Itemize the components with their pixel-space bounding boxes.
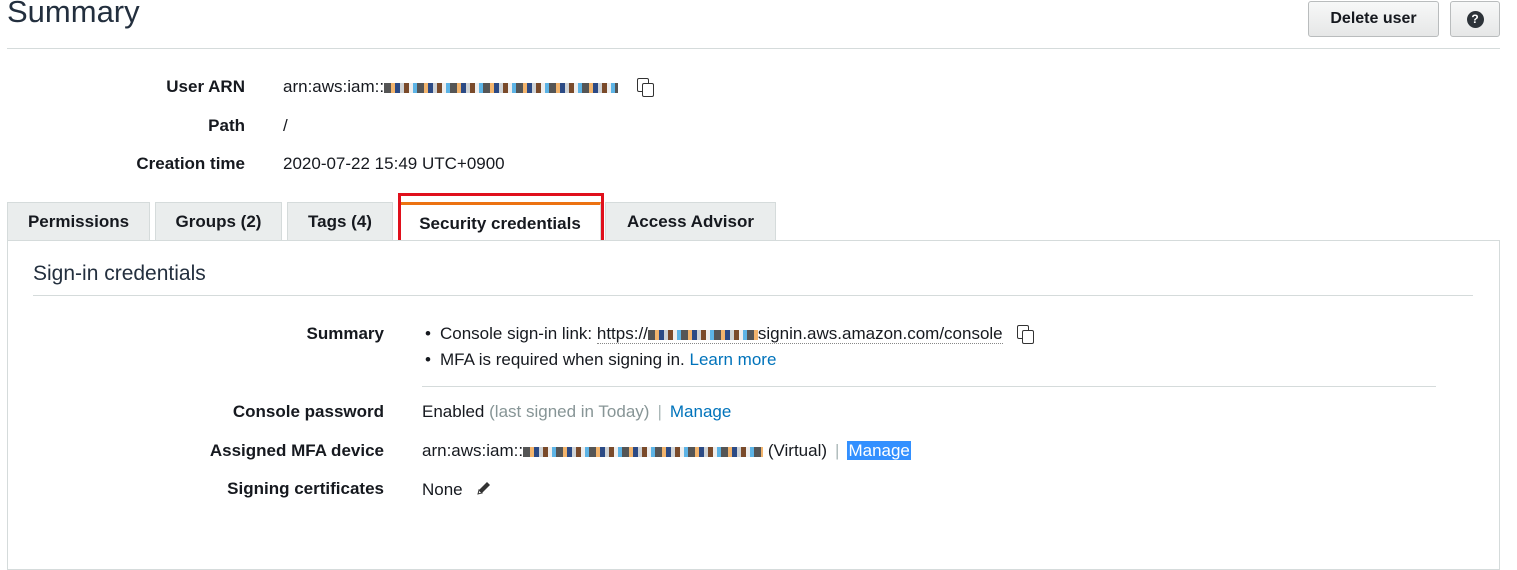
password-last-signed: (last signed in Today) [489,402,650,421]
user-arn-row: User ARN arn:aws:iam:: [0,77,1517,99]
signing-certificates-value: None [422,479,493,502]
copy-icon[interactable] [1017,325,1035,345]
path-row: Path / [0,116,1517,138]
summary-divider [422,386,1436,387]
tab-access-advisor[interactable]: Access Advisor [605,202,776,241]
user-arn-value: arn:aws:iam:: [283,77,654,98]
page-title: Summary [7,0,140,29]
console-link-end: signin.aws.amazon.com/console [757,324,1003,343]
console-password-label: Console password [232,402,384,421]
path-value: / [283,116,288,135]
password-manage-link[interactable]: Manage [670,402,731,421]
console-link-start: https:// [596,324,648,343]
creation-time-row: Creation time 2020-07-22 15:49 UTC+0900 [0,154,1517,176]
tab-security-credentials[interactable]: Security credentials [399,202,601,242]
tab-groups[interactable]: Groups (2) [155,202,282,241]
mfa-required-text: MFA is required when signing in. [440,350,685,369]
pencil-icon[interactable] [475,479,493,502]
redacted-account-alias [647,329,758,340]
mfa-device-label: Assigned MFA device [209,441,384,460]
user-arn-label: User ARN [166,77,245,96]
mfa-device-value: arn:aws:iam:: (Virtual) | Manage [422,441,911,461]
tab-permissions[interactable]: Permissions [7,202,150,241]
header-divider [7,48,1500,49]
console-link-prefix: Console sign-in link: [440,324,593,343]
tab-tags[interactable]: Tags (4) [287,202,393,241]
redacted-mfa-id [523,446,764,457]
separator: | [835,441,840,460]
console-signin-link[interactable]: https:// signin.aws.amazon.com/console [596,324,1003,344]
redacted-account-id [384,82,619,93]
delete-user-button[interactable]: Delete user [1308,1,1439,37]
certificates-none: None [422,479,463,499]
section-divider [33,295,1473,296]
help-button[interactable]: ? [1450,1,1500,37]
mfa-type: (Virtual) [767,441,828,460]
copy-icon[interactable] [636,78,654,98]
mfa-arn-text: arn:aws:iam:: [422,441,524,460]
mfa-manage-link[interactable]: Manage [847,441,911,460]
password-status: Enabled [422,402,485,421]
creation-time-label: Creation time [136,154,245,173]
mfa-required-item: MFA is required when signing in. Learn m… [425,350,776,370]
learn-more-link[interactable]: Learn more [689,350,776,369]
tab-panel [7,240,1500,570]
path-label: Path [208,116,245,135]
signing-certificates-label: Signing certificates [227,479,384,498]
help-icon: ? [1466,10,1484,28]
console-password-value: Enabled (last signed in Today) | Manage [422,402,731,422]
user-arn-text: arn:aws:iam:: [283,77,385,96]
creation-time-value: 2020-07-22 15:49 UTC+0900 [283,154,505,173]
console-link-item: Console sign-in link: https:// signin.aws… [425,324,1035,345]
summary-label: Summary [306,324,384,343]
separator: | [657,402,662,421]
section-title: Sign-in credentials [33,262,206,285]
